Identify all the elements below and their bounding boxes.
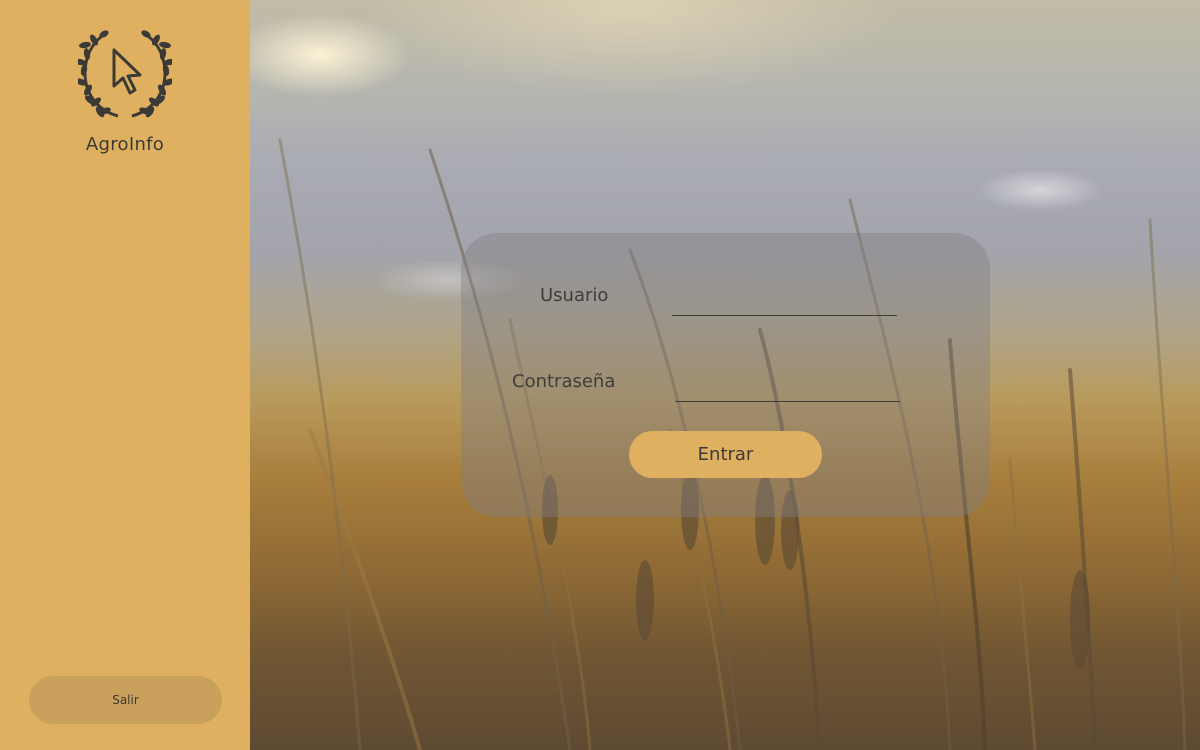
exit-button[interactable]: Salir xyxy=(29,676,222,724)
enter-button[interactable]: Entrar xyxy=(629,431,822,478)
brand-name: AgroInfo xyxy=(85,134,165,155)
password-label: Contraseña xyxy=(512,371,616,392)
app-window: AgroInfo Salir Usuario Contraseña Entrar xyxy=(0,0,1200,750)
login-card: Usuario Contraseña Entrar xyxy=(461,233,990,517)
sidebar: AgroInfo Salir xyxy=(0,0,250,750)
username-input[interactable] xyxy=(672,290,897,316)
username-label: Usuario xyxy=(540,285,609,306)
password-input[interactable] xyxy=(675,376,900,402)
laurel-cursor-icon xyxy=(78,30,172,118)
